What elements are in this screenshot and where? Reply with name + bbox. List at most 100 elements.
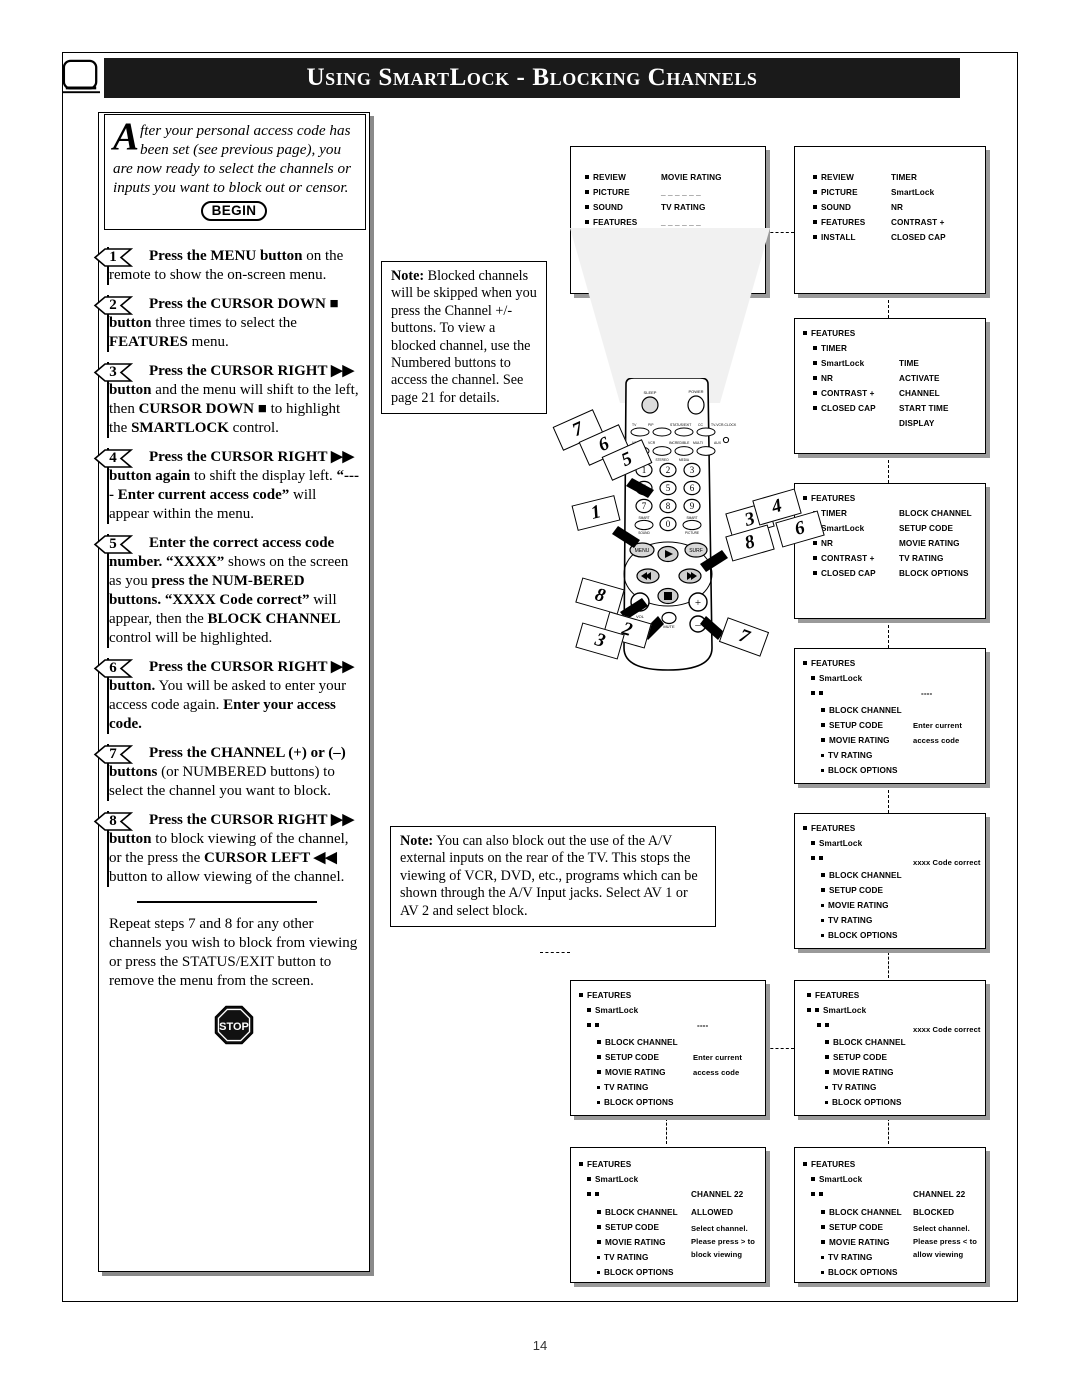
- svg-text:TV: TV: [632, 423, 637, 427]
- screen-title: FEATURES: [811, 494, 856, 503]
- prompt-line-2: access code: [693, 1068, 740, 1077]
- step-item: 1 Press the MENU button on the remote to…: [93, 247, 359, 285]
- step-number: 3: [109, 364, 117, 380]
- menu-item: SETUP CODE: [829, 1223, 884, 1232]
- step-number-badge: 8: [93, 812, 134, 831]
- screen-channel-allowed: FEATURES SmartLock CHANNEL 22 BLOCK CHAN…: [570, 1147, 766, 1283]
- svg-text:9: 9: [690, 501, 695, 511]
- step-number-badge: 5: [93, 535, 134, 554]
- menu-item: BLOCK OPTIONS: [828, 766, 898, 775]
- prompt-line-1: Enter current: [913, 721, 962, 730]
- page-title: Using SmartLock - Blocking Channels: [306, 64, 758, 91]
- svg-text:8: 8: [666, 501, 671, 511]
- step-item: 8 Press the CURSOR RIGHT ▶▶ button to bl…: [93, 811, 359, 887]
- svg-text:MEDIA: MEDIA: [679, 458, 690, 462]
- screen-title: FEATURES: [587, 1160, 632, 1169]
- note-label: Note:: [400, 833, 434, 849]
- connector-line: [888, 290, 889, 318]
- page-header-band: Using SmartLock - Blocking Channels: [104, 58, 960, 98]
- screen-title: FEATURES: [815, 991, 860, 1000]
- hint-line-3: allow viewing: [913, 1250, 964, 1259]
- menu-item: CLOSED CAP: [821, 569, 876, 578]
- menu-item: REVIEW: [593, 173, 626, 182]
- menu-item: SETUP CODE: [829, 886, 884, 895]
- menu-item: BLOCK OPTIONS: [604, 1268, 674, 1277]
- svg-text:PIP: PIP: [648, 423, 654, 427]
- menu-value: MOVIE RATING: [661, 173, 722, 182]
- menu-item: BLOCK CHANNEL: [829, 706, 902, 715]
- access-code-dashes: ----: [921, 689, 933, 698]
- step-item: 7 Press the CHANNEL (+) or (–) buttons (…: [93, 744, 359, 801]
- button-label-menu: MENU: [635, 548, 650, 554]
- svg-text:7: 7: [642, 501, 647, 511]
- menu-item: SmartLock: [821, 359, 865, 368]
- connector-line: [888, 952, 889, 978]
- step-text: Press the CURSOR RIGHT ▶▶ button again t…: [109, 449, 360, 522]
- intro-body: fter your personal access code has been …: [113, 122, 352, 196]
- menu-item: MOVIE RATING: [605, 1068, 666, 1077]
- section-divider: [137, 901, 317, 903]
- step-text: Press the CURSOR RIGHT ▶▶ button. You wi…: [109, 659, 355, 732]
- stop-sign-icon: STOP: [214, 1005, 254, 1045]
- menu-item: TV RATING: [604, 1083, 649, 1092]
- note-box-av-inputs: Note: You can also block out the use of …: [390, 826, 716, 928]
- menu-value: SETUP CODE: [899, 524, 954, 533]
- step-item: 4 Press the CURSOR RIGHT ▶▶ button again…: [93, 448, 360, 524]
- step-text: Press the CURSOR DOWN ■ button three tim…: [109, 296, 339, 350]
- hint-line-1: Select channel.: [691, 1224, 748, 1233]
- prompt-line-2: access code: [913, 736, 960, 745]
- menu-item: SmartLock: [821, 524, 865, 533]
- stop-sign-label: STOP: [219, 1021, 249, 1033]
- step-list: 1 Press the MENU button on the remote to…: [93, 247, 360, 887]
- menu-item: SETUP CODE: [605, 1053, 660, 1062]
- svg-text:MULTI: MULTI: [693, 441, 703, 445]
- button-label-power: POWER: [688, 389, 703, 394]
- menu-item: PICTURE: [593, 188, 630, 197]
- menu-item: TV RATING: [828, 1253, 873, 1262]
- connector-line: [540, 952, 570, 953]
- step-number: 8: [109, 813, 117, 829]
- menu-item: BLOCK OPTIONS: [832, 1098, 902, 1107]
- intro-text: After your personal access code has been…: [113, 115, 355, 197]
- screen-timer-submenu: FEATURES TIMER SmartLock NR CONTRAST + C…: [794, 318, 986, 454]
- svg-text:STEREO: STEREO: [655, 458, 669, 462]
- svg-text:0: 0: [666, 519, 671, 529]
- menu-item: MOVIE RATING: [833, 1068, 894, 1077]
- step-number: 6: [109, 660, 117, 676]
- closing-instruction: Repeat steps 7 and 8 for any other chann…: [109, 916, 358, 989]
- menu-item: CONTRAST +: [821, 554, 875, 563]
- connector-line: [888, 785, 889, 813]
- menu-value: DISPLAY: [899, 419, 935, 428]
- step-text: Enter the correct access code number. “X…: [109, 535, 349, 646]
- screen-title: FEATURES: [587, 991, 632, 1000]
- menu-item: BLOCK CHANNEL: [605, 1208, 678, 1217]
- menu-item: SETUP CODE: [833, 1053, 888, 1062]
- menu-value: BLOCK CHANNEL: [899, 509, 972, 518]
- menu-value: CHANNEL: [899, 389, 940, 398]
- screen-code-correct-2: FEATURES SmartLock xxxx Code correct BLO…: [794, 980, 986, 1116]
- svg-text:3: 3: [690, 465, 695, 475]
- connector-line: [888, 620, 889, 648]
- svg-text:INCREDIBLE: INCREDIBLE: [669, 441, 690, 445]
- menu-item: TIMER: [821, 344, 847, 353]
- menu-item: CLOSED CAP: [821, 404, 876, 413]
- step-number: 5: [109, 536, 117, 552]
- menu-value: BLOCK OPTIONS: [899, 569, 969, 578]
- page-number: 14: [532, 1338, 548, 1353]
- intro-dropcap: A: [113, 115, 140, 158]
- step-text: Press the CURSOR RIGHT ▶▶ button to bloc…: [109, 812, 355, 885]
- connector-line: [666, 1118, 667, 1144]
- menu-item: BLOCK CHANNEL: [833, 1038, 906, 1047]
- screen-title: FEATURES: [811, 659, 856, 668]
- channel-state: ALLOWED: [691, 1208, 734, 1217]
- menu-item: PICTURE: [821, 188, 858, 197]
- menu-item: BLOCK OPTIONS: [604, 1098, 674, 1107]
- svg-text:SOUND: SOUND: [638, 531, 650, 535]
- menu-item: SETUP CODE: [829, 721, 884, 730]
- menu-item: SmartLock: [823, 1006, 867, 1015]
- step-number-badge: 2: [93, 296, 134, 315]
- code-correct-message: xxxx Code correct: [913, 858, 981, 867]
- menu-item: TV RATING: [828, 916, 873, 925]
- menu-value: START TIME: [899, 404, 949, 413]
- menu-item: CONTRAST +: [821, 389, 875, 398]
